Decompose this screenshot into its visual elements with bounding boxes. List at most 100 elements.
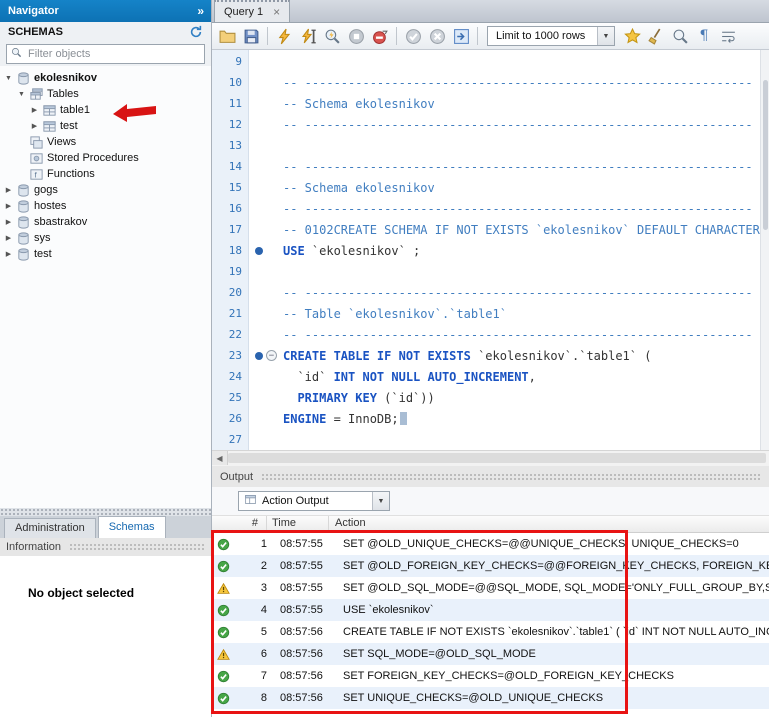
editor-line-9[interactable]: 9 — [212, 51, 761, 72]
toggle-stop-on-error-button[interactable] — [369, 25, 391, 47]
editor-horizontal-scrollbar[interactable]: ◀ — [212, 450, 769, 466]
tree-item-stored-procedures[interactable]: Stored Procedures — [0, 150, 211, 166]
explain-button[interactable] — [321, 25, 343, 47]
expanded-arrow-icon[interactable]: ▼ — [4, 75, 13, 82]
editor-line-15[interactable]: 15-- Schema ekolesnikov — [212, 177, 761, 198]
navigator-panel: Navigator » SCHEMAS ▼ekolesnikov▼Tables▶… — [0, 0, 212, 717]
toggle-autocommit-button[interactable] — [450, 25, 472, 47]
stop-button[interactable] — [345, 25, 367, 47]
rollback-button[interactable] — [426, 25, 448, 47]
scrollbar-thumb[interactable] — [228, 453, 766, 463]
output-row-4[interactable]: 408:57:55USE `ekolesnikov` — [212, 599, 769, 621]
column-header-action[interactable]: Action — [329, 516, 769, 532]
collapsed-arrow-icon[interactable]: ▶ — [4, 218, 13, 226]
refresh-schemas-icon[interactable] — [189, 25, 203, 39]
column-header-time[interactable]: Time — [267, 516, 329, 532]
editor-line-22[interactable]: 22-- -----------------------------------… — [212, 324, 761, 345]
limit-rows-dropdown[interactable]: Limit to 1000 rows▼ — [487, 26, 615, 46]
save-script-button[interactable] — [240, 25, 262, 47]
output-row-8[interactable]: 808:57:56SET UNIQUE_CHECKS=@OLD_UNIQUE_C… — [212, 687, 769, 709]
close-tab-icon[interactable]: × — [273, 6, 280, 18]
tree-item-functions[interactable]: fFunctions — [0, 166, 211, 182]
editor-line-23[interactable]: 23−CREATE TABLE IF NOT EXISTS `ekolesnik… — [212, 345, 761, 366]
execute-current-statement-button[interactable] — [297, 25, 319, 47]
editor-line-21[interactable]: 21-- Table `ekolesnikov`.`table1` — [212, 303, 761, 324]
output-view-selector[interactable]: Action Output ▼ — [238, 491, 390, 511]
collapsed-arrow-icon[interactable]: ▶ — [4, 234, 13, 242]
panel-splitter[interactable] — [0, 508, 211, 516]
line-number: 18 — [212, 244, 248, 257]
editor-line-14[interactable]: 14-- -----------------------------------… — [212, 156, 761, 177]
marker-gutter — [248, 324, 280, 345]
collapse-panel-icon[interactable]: » — [197, 4, 203, 18]
invisibles-button[interactable]: ¶ — [693, 25, 715, 47]
tables-icon — [29, 87, 44, 102]
editor-line-26[interactable]: 26ENGINE = InnoDB; — [212, 408, 761, 429]
output-rows: 108:57:55SET @OLD_UNIQUE_CHECKS=@@UNIQUE… — [212, 533, 769, 717]
output-row-3[interactable]: 308:57:55SET @OLD_SQL_MODE=@@SQL_MODE, S… — [212, 577, 769, 599]
tree-item-gogs[interactable]: ▶ gogs — [0, 182, 211, 198]
tab-schemas[interactable]: Schemas — [98, 516, 166, 538]
open-script-button[interactable] — [216, 25, 238, 47]
editor-line-13[interactable]: 13 — [212, 135, 761, 156]
tree-item-sbastrakov[interactable]: ▶sbastrakov — [0, 214, 211, 230]
scroll-left-icon[interactable]: ◀ — [212, 451, 228, 465]
wrap-text-button[interactable] — [717, 25, 739, 47]
tree-item-hostes[interactable]: ▶hostes — [0, 198, 211, 214]
collapsed-arrow-icon[interactable]: ▶ — [30, 106, 39, 114]
editor-line-12[interactable]: 12-- -----------------------------------… — [212, 114, 761, 135]
editor-line-24[interactable]: 24 `id` INT NOT NULL AUTO_INCREMENT, — [212, 366, 761, 387]
tab-query-1[interactable]: Query 1 × — [214, 0, 290, 22]
find-button[interactable] — [669, 25, 691, 47]
editor-line-27[interactable]: 27 — [212, 429, 761, 450]
collapsed-arrow-icon[interactable]: ▶ — [4, 186, 13, 194]
time-cell: 08:57:56 — [275, 648, 337, 660]
tree-item-ekolesnikov[interactable]: ▼ekolesnikov — [0, 70, 211, 86]
filter-box[interactable] — [6, 44, 205, 64]
editor-line-11[interactable]: 11-- Schema ekolesnikov — [212, 93, 761, 114]
column-header-number[interactable]: # — [212, 516, 267, 532]
code-text: PRIMARY KEY (`id`)) — [280, 391, 761, 405]
editor-line-19[interactable]: 19 — [212, 261, 761, 282]
editor-line-18[interactable]: 18USE `ekolesnikov` ; — [212, 240, 761, 261]
editor-line-25[interactable]: 25 PRIMARY KEY (`id`)) — [212, 387, 761, 408]
marker-gutter — [248, 93, 280, 114]
output-row-5[interactable]: 508:57:56CREATE TABLE IF NOT EXISTS `eko… — [212, 621, 769, 643]
tree-item-table1[interactable]: ▶table1 — [0, 102, 211, 118]
collapsed-arrow-icon[interactable]: ▶ — [4, 250, 13, 258]
text-cursor — [400, 412, 407, 425]
fold-collapse-icon[interactable]: − — [266, 350, 277, 361]
sql-editor[interactable]: 910-- ----------------------------------… — [212, 50, 769, 450]
tree-item-tables[interactable]: ▼Tables — [0, 86, 211, 102]
collapsed-arrow-icon[interactable]: ▶ — [4, 202, 13, 210]
tree-item-test[interactable]: ▶test — [0, 118, 211, 134]
chevron-down-icon[interactable]: ▼ — [597, 27, 614, 45]
output-row-6[interactable]: 608:57:56SET SQL_MODE=@OLD_SQL_MODE — [212, 643, 769, 665]
output-row-2[interactable]: 208:57:55SET @OLD_FOREIGN_KEY_CHECKS=@@F… — [212, 555, 769, 577]
funcs-icon: f — [29, 167, 44, 182]
editor-line-17[interactable]: 17-- 0102CREATE SCHEMA IF NOT EXISTS `ek… — [212, 219, 761, 240]
editor-line-16[interactable]: 16-- -----------------------------------… — [212, 198, 761, 219]
commit-button[interactable] — [402, 25, 424, 47]
chevron-down-icon[interactable]: ▼ — [372, 492, 389, 510]
output-row-1[interactable]: 108:57:55SET @OLD_UNIQUE_CHECKS=@@UNIQUE… — [212, 533, 769, 555]
editor-line-20[interactable]: 20-- -----------------------------------… — [212, 282, 761, 303]
tree-item-test[interactable]: ▶test — [0, 246, 211, 262]
collapsed-arrow-icon[interactable]: ▶ — [30, 122, 39, 130]
scrollbar-thumb[interactable] — [763, 80, 768, 230]
execute-button[interactable] — [273, 25, 295, 47]
filter-objects-input[interactable] — [26, 47, 200, 61]
tree-item-sys[interactable]: ▶sys — [0, 230, 211, 246]
tree-item-views[interactable]: Views — [0, 134, 211, 150]
tree-item-label: gogs — [34, 184, 58, 196]
beautify-button[interactable] — [645, 25, 667, 47]
tab-administration[interactable]: Administration — [4, 518, 96, 538]
expanded-arrow-icon[interactable]: ▼ — [17, 91, 26, 98]
marker-gutter — [248, 429, 280, 450]
editor-line-10[interactable]: 10-- -----------------------------------… — [212, 72, 761, 93]
save-snippet-button[interactable] — [621, 25, 643, 47]
output-row-7[interactable]: 708:57:56SET FOREIGN_KEY_CHECKS=@OLD_FOR… — [212, 665, 769, 687]
editor-vertical-scrollbar[interactable] — [760, 50, 769, 450]
action-cell: USE `ekolesnikov` — [337, 604, 769, 616]
output-toolbar: Action Output ▼ — [212, 487, 769, 516]
